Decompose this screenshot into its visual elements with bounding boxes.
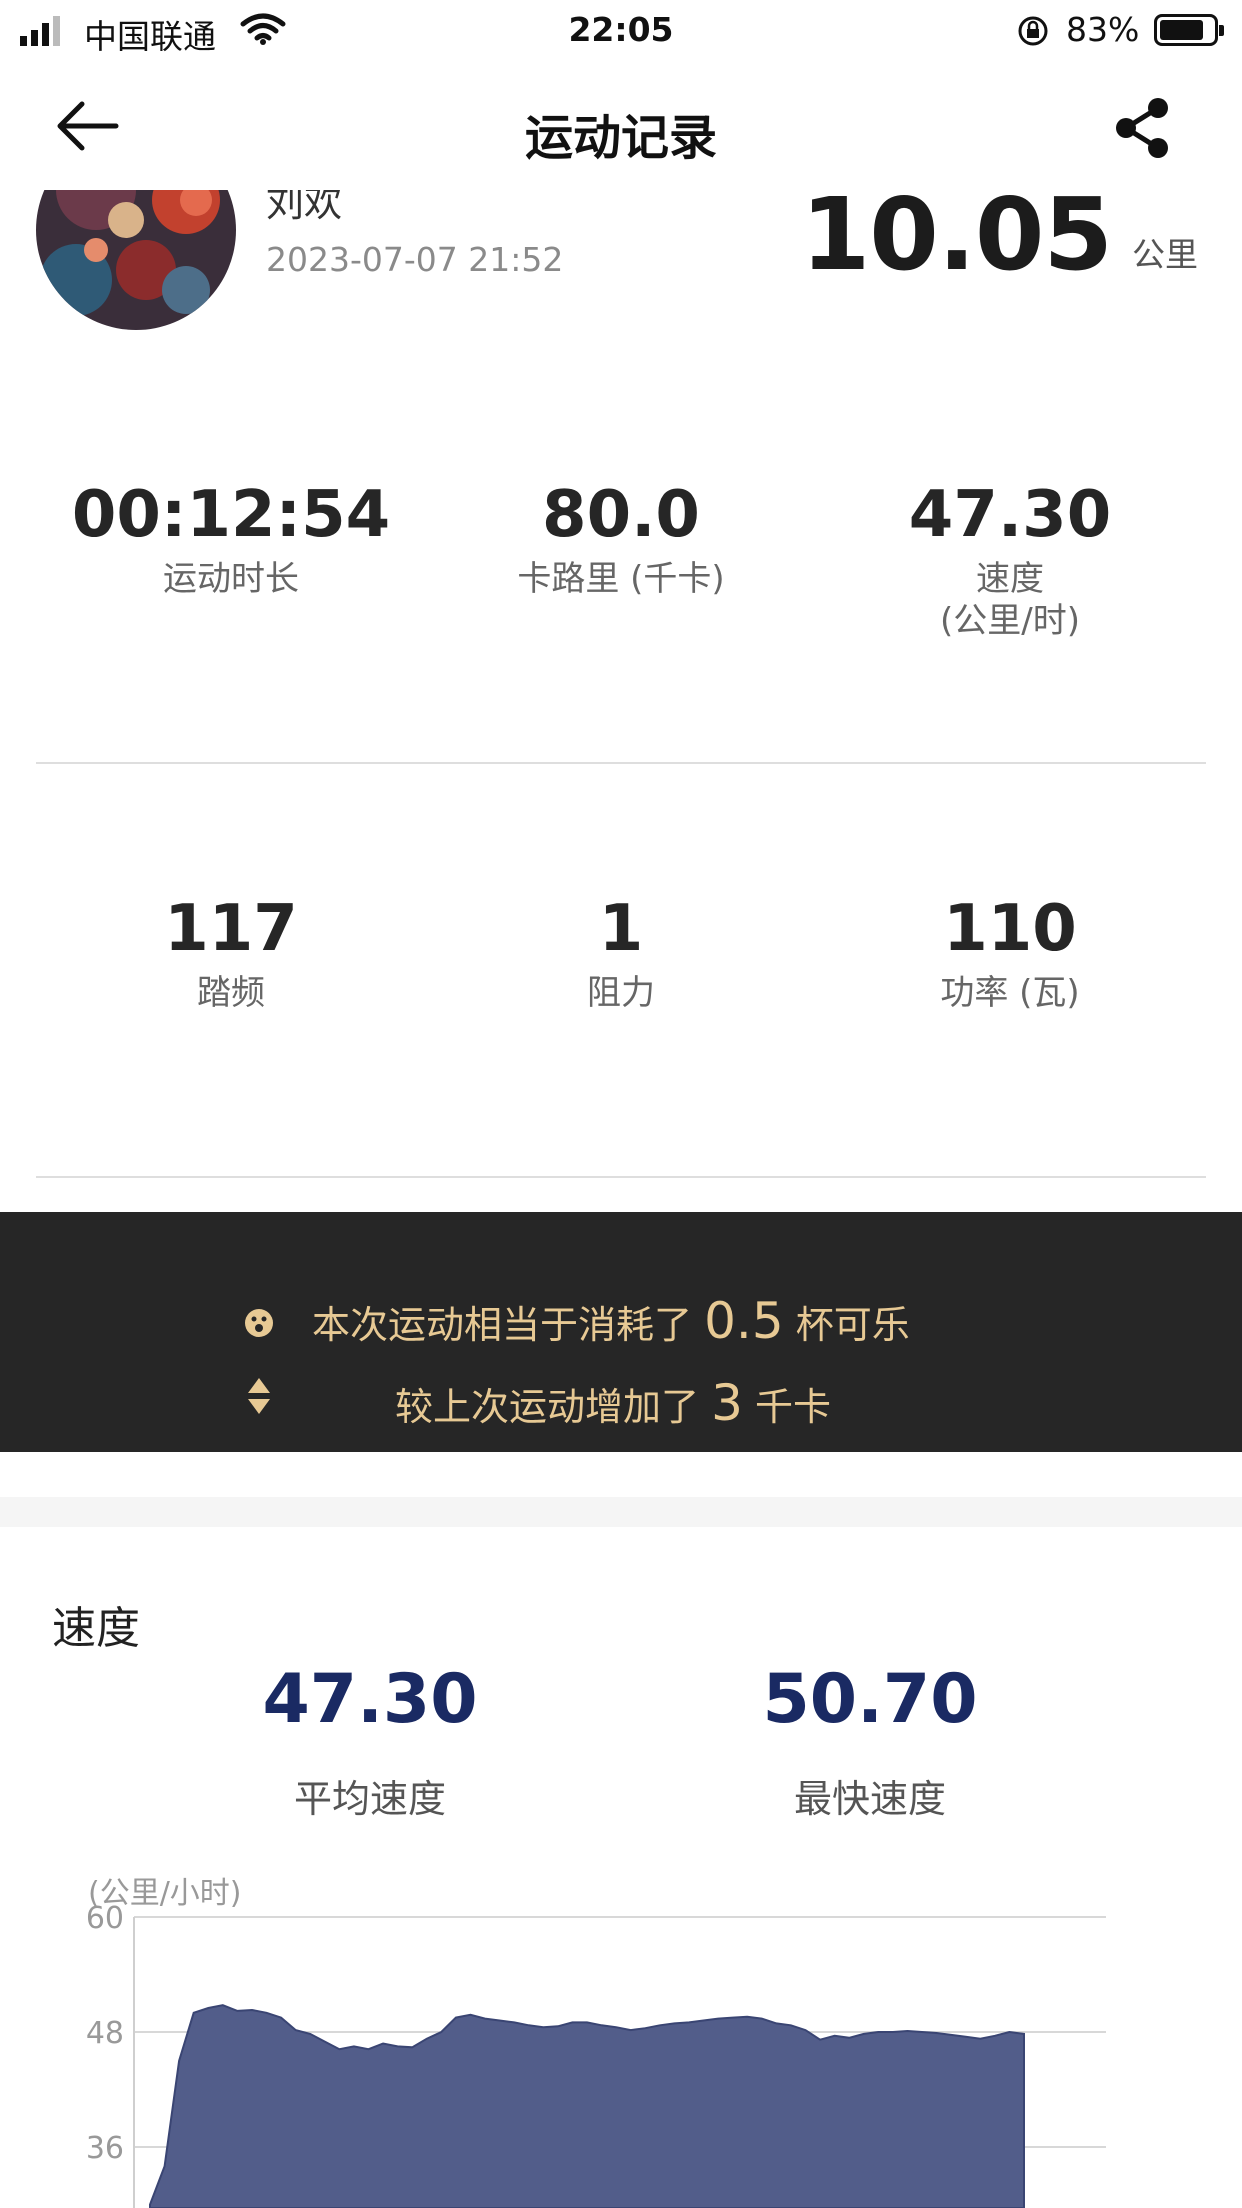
- avg-speed-label: 平均速度: [293, 1777, 446, 1821]
- battery-percent: 83%: [1066, 10, 1140, 49]
- speed-chart: 60 48 36: [86, 1901, 1106, 2208]
- y-tick-label: 36: [86, 2131, 124, 2166]
- stat-speed: 47.30 速度 (公里/时): [815, 478, 1205, 642]
- cola-prefix: 本次运动相当于消耗了: [312, 1303, 693, 1347]
- avg-speed-value: 47.30: [262, 1660, 478, 1739]
- page-title: 运动记录: [524, 110, 717, 166]
- increase-prefix: 较上次运动增加了: [395, 1385, 700, 1429]
- share-button[interactable]: [1112, 96, 1174, 160]
- distance-unit: 公里: [1132, 235, 1198, 274]
- stat-duration: 00:12:54 运动时长: [36, 478, 426, 600]
- rotation-lock-icon: [1018, 16, 1048, 46]
- calorie-increase-text: 较上次运动增加了 3 千卡: [395, 1374, 831, 1432]
- resistance-value: 1: [598, 892, 644, 966]
- clock: 22:05: [568, 10, 674, 49]
- speed-value: 47.30: [908, 478, 1112, 552]
- stat-cadence: 117 踏频: [36, 892, 426, 1014]
- status-bar: 中国联通 22:05 83%: [0, 0, 1242, 62]
- duration-value: 00:12:54: [71, 478, 391, 552]
- stat-calories: 80.0 卡路里 (千卡): [426, 478, 816, 600]
- divider: [36, 762, 1206, 764]
- cadence-value: 117: [164, 892, 298, 966]
- battery-fill: [1160, 20, 1203, 40]
- speed-label: 速度: [976, 559, 1044, 599]
- max-speed-label: 最快速度: [793, 1777, 946, 1821]
- surprised-face-icon: [245, 1309, 273, 1337]
- total-distance: 10.05: [800, 176, 1113, 293]
- max-speed-value: 50.70: [762, 1660, 978, 1739]
- stat-resistance: 1 阻力: [426, 892, 816, 1014]
- up-down-arrow-icon: [248, 1378, 270, 1414]
- resistance-label: 阻力: [587, 973, 655, 1013]
- duration-label: 运动时长: [163, 559, 299, 599]
- cadence-label: 踏频: [197, 973, 265, 1013]
- speed-unit-label: (公里/时): [940, 601, 1080, 641]
- share-icon: [1116, 98, 1168, 158]
- divider: [36, 1176, 1206, 1178]
- section-separator: [0, 1497, 1242, 1527]
- cola-value: 0.5: [704, 1292, 784, 1350]
- cola-suffix: 杯可乐: [795, 1303, 910, 1347]
- calories-label: 卡路里 (千卡): [517, 559, 725, 599]
- cola-equivalent-text: 本次运动相当于消耗了 0.5 杯可乐: [312, 1292, 910, 1350]
- battery-icon: [1154, 14, 1224, 46]
- speed-section-title: 速度: [52, 1603, 140, 1654]
- calories-value: 80.0: [542, 478, 700, 552]
- increase-suffix: 千卡: [755, 1385, 832, 1429]
- stat-power: 110 功率 (瓦): [815, 892, 1205, 1014]
- increase-value: 3: [711, 1374, 743, 1432]
- power-value: 110: [943, 892, 1077, 966]
- power-label: 功率 (瓦): [940, 973, 1080, 1013]
- y-tick-label: 48: [86, 2016, 124, 2051]
- speed-area-series: [149, 2004, 1025, 2208]
- y-tick-label: 60: [86, 1901, 124, 1936]
- comparison-banner: 本次运动相当于消耗了 0.5 杯可乐 较上次运动增加了 3 千卡: [0, 1212, 1242, 1452]
